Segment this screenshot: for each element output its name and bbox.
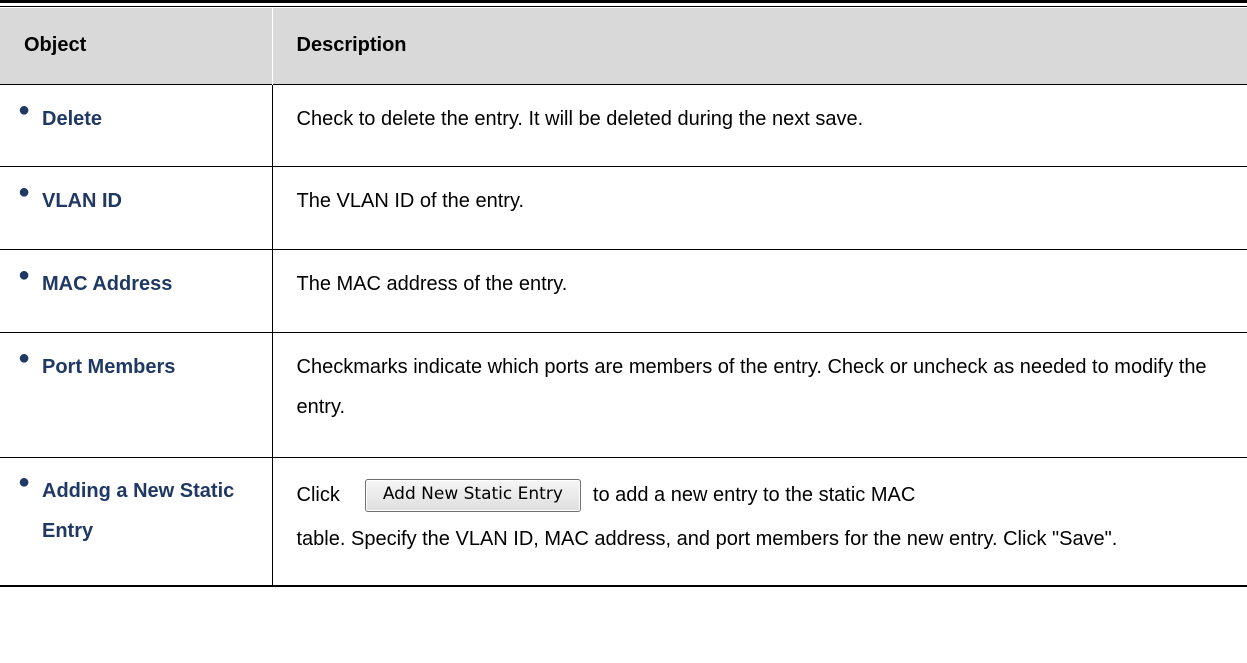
header-object-cell: Object (0, 8, 273, 85)
table-row: ● Delete Check to delete the entry. It w… (0, 84, 1247, 167)
object-cell: ● VLAN ID (0, 166, 273, 250)
object-cell: ● Delete (0, 84, 273, 167)
click-prefix: Click (296, 483, 340, 506)
bullet-icon: ● (18, 264, 31, 286)
table-row: ● Adding a New Static Entry Click Add Ne… (0, 457, 1247, 587)
bullet-icon: ● (18, 471, 31, 493)
description-text: The MAC address of the entry. (296, 273, 568, 295)
object-cell: ● Port Members (0, 332, 273, 458)
object-label: Delete (42, 108, 103, 130)
table-row: ● Port Members Checkmarks indicate which… (0, 332, 1247, 458)
object-label-line2: Entry (42, 520, 94, 542)
object-label: VLAN ID (42, 190, 122, 212)
object-label: Port Members (42, 356, 176, 378)
top-rule (0, 0, 1247, 3)
object-cell: ● MAC Address (0, 249, 273, 333)
description-cell: Check to delete the entry. It will be de… (272, 84, 1247, 167)
description-text: Check to delete the entry. It will be de… (296, 108, 864, 130)
object-label-line1: Adding a New Static (42, 480, 235, 502)
header-description: Description (296, 34, 407, 56)
add-new-static-entry-button[interactable]: Add New Static Entry (364, 478, 581, 512)
table-row: ● VLAN ID The VLAN ID of the entry. (0, 166, 1247, 250)
table-header-row: Object Description (0, 8, 1247, 85)
description-cell: Click Add New Static Entry to add a new … (272, 457, 1247, 587)
top-rule-thin (0, 6, 1247, 7)
object-label: MAC Address (42, 273, 173, 295)
table-row: ● MAC Address The MAC address of the ent… (0, 249, 1247, 333)
description-cell: The VLAN ID of the entry. (272, 166, 1247, 250)
header-description-cell: Description (272, 8, 1247, 85)
after-button-text: to add a new entry to the static MAC (592, 483, 916, 506)
object-cell: ● Adding a New Static Entry (0, 457, 273, 587)
description-cell: Checkmarks indicate which ports are memb… (272, 332, 1247, 458)
description-text: Checkmarks indicate which ports are memb… (296, 356, 1207, 418)
object-description-table: Object Description ● Delete Check to del… (0, 8, 1247, 587)
description-cell: The MAC address of the entry. (272, 249, 1247, 333)
bullet-icon: ● (18, 99, 31, 121)
bullet-icon: ● (18, 347, 31, 369)
header-object: Object (24, 34, 87, 56)
add-entry-line: Click Add New Static Entry to add a new … (297, 467, 1247, 523)
description-rest-text: table. Specify the VLAN ID, MAC address,… (296, 528, 1118, 550)
object-label: Adding a New Static Entry (42, 471, 234, 551)
bullet-icon: ● (18, 181, 31, 203)
description-text: The VLAN ID of the entry. (296, 190, 525, 212)
